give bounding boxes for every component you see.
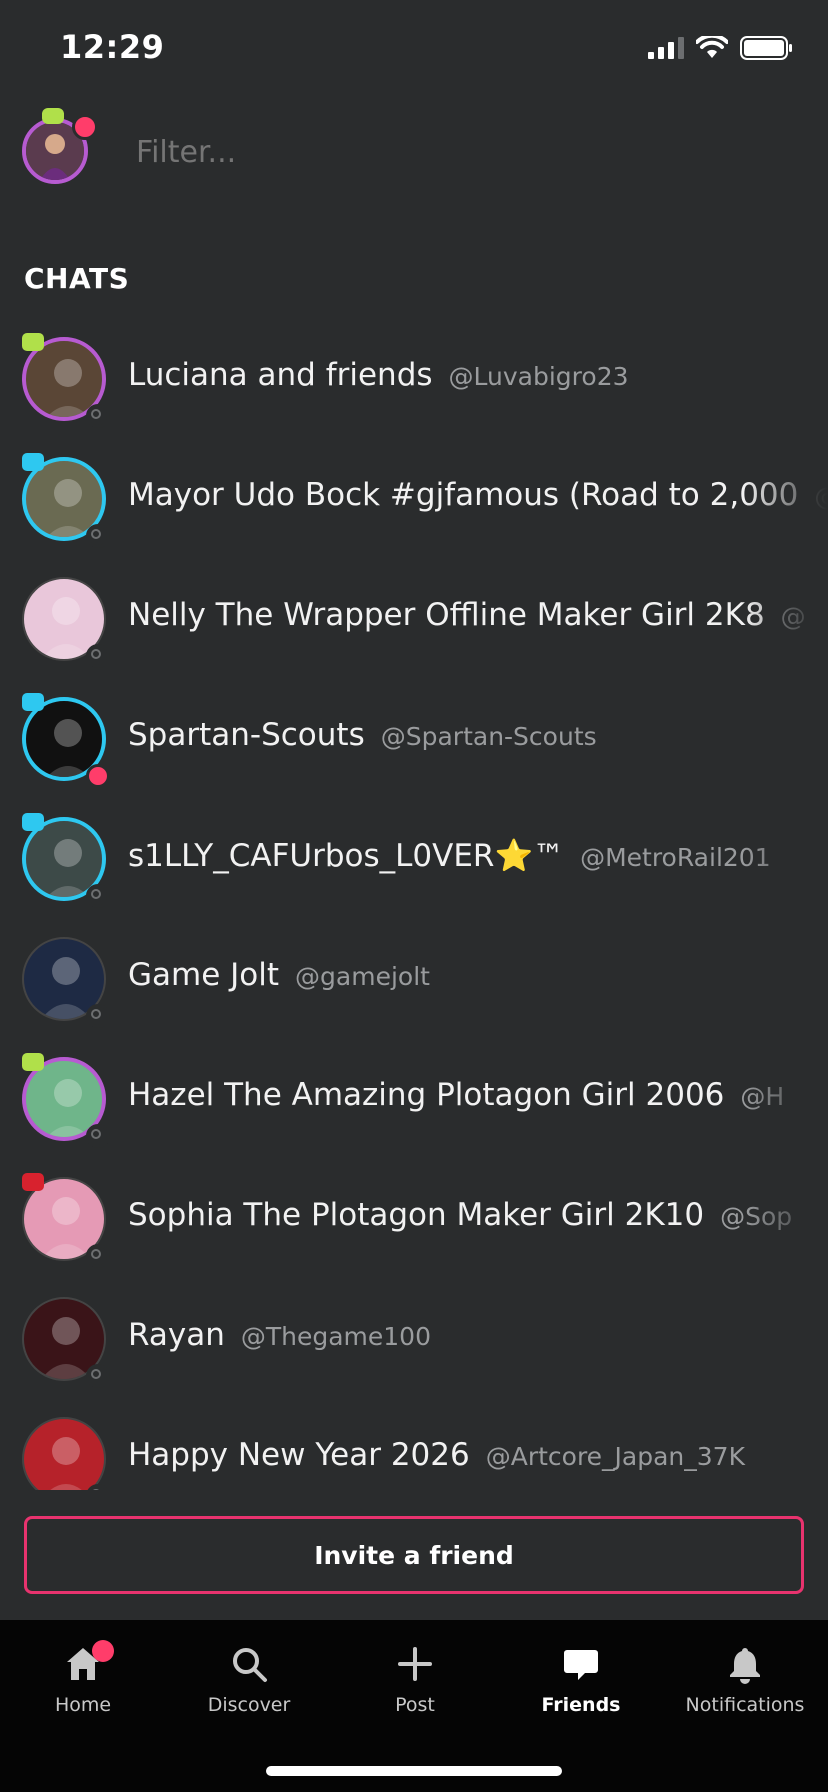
- chat-text: Nelly The Wrapper Offline Maker Girl 2K8…: [128, 597, 828, 633]
- presence-offline-indicator: [86, 1004, 110, 1028]
- chat-name: Rayan: [128, 1317, 225, 1353]
- chat-list-item[interactable]: Luciana and friends @Luvabigro23: [0, 325, 828, 435]
- presence-offline-indicator: [86, 884, 110, 908]
- chat-list-item[interactable]: Spartan-Scouts @Spartan-Scouts: [0, 685, 828, 795]
- chat-text: Happy New Year 2026 @Artcore_Japan_37K: [128, 1437, 828, 1473]
- chat-list-item[interactable]: Rayan @Thegame100: [0, 1285, 828, 1395]
- chat-text: Spartan-Scouts @Spartan-Scouts: [128, 717, 828, 753]
- my-avatar-badge: [42, 108, 64, 124]
- presence-offline-indicator: [86, 1124, 110, 1148]
- chat-handle: @: [780, 602, 806, 631]
- chat-name: Hazel The Amazing Plotagon Girl 2006: [128, 1077, 725, 1113]
- nav-discover-label: Discover: [207, 1694, 291, 1716]
- chat-list-item[interactable]: Game Jolt @gamejolt: [0, 925, 828, 1035]
- chat-avatar: [22, 1417, 106, 1490]
- chat-name: Game Jolt: [128, 957, 280, 993]
- presence-offline-indicator: [86, 404, 110, 428]
- chat-handle: @: [814, 482, 828, 511]
- chat-list-item[interactable]: Mayor Udo Bock #gjfamous (Road to 2,000 @: [0, 445, 828, 555]
- avatar-badge: [22, 1053, 44, 1071]
- presence-offline-indicator: [86, 644, 110, 668]
- avatar-badge: [22, 333, 44, 351]
- invite-area: Invite a friend: [0, 1490, 828, 1620]
- avatar-badge: [22, 453, 44, 471]
- chat-handle: @gamejolt: [295, 962, 430, 991]
- status-icons: [648, 36, 794, 60]
- chat-name: Happy New Year 2026: [128, 1437, 470, 1473]
- chat-text: Luciana and friends @Luvabigro23: [128, 357, 828, 393]
- chat-text: Game Jolt @gamejolt: [128, 957, 828, 993]
- presence-offline-indicator: [86, 1364, 110, 1388]
- chat-handle: @Sop: [720, 1202, 793, 1231]
- filter-input[interactable]: [134, 134, 738, 171]
- home-notification-dot: [92, 1640, 114, 1662]
- chat-list-item[interactable]: Sophia The Plotagon Maker Girl 2K10 @Sop: [0, 1165, 828, 1275]
- presence-active-indicator: [86, 764, 110, 788]
- battery-icon: [740, 36, 792, 60]
- search-icon: [233, 1648, 267, 1682]
- nav-home-label: Home: [54, 1694, 112, 1716]
- chat-handle: @Spartan-Scouts: [380, 722, 597, 751]
- chat-text: Mayor Udo Bock #gjfamous (Road to 2,000 @: [128, 477, 828, 513]
- status-bar: 12:29: [0, 0, 828, 100]
- chat-list-item[interactable]: Happy New Year 2026 @Artcore_Japan_37K: [0, 1405, 828, 1490]
- chat-name: Spartan-Scouts: [128, 717, 365, 753]
- nav-discover[interactable]: Discover: [166, 1644, 332, 1716]
- chat-name: Nelly The Wrapper Offline Maker Girl 2K8: [128, 597, 765, 633]
- chat-bubble-icon: [564, 1650, 598, 1680]
- nav-friends[interactable]: Friends: [498, 1644, 664, 1716]
- chat-name: Luciana and friends: [128, 357, 433, 393]
- chat-text: s1LLY_CAFUrbos_L0VER⭐™ @MetroRail201: [128, 837, 828, 874]
- wifi-icon: [696, 36, 728, 58]
- nav-notifications-label: Notifications: [685, 1694, 805, 1716]
- presence-offline-indicator: [86, 524, 110, 548]
- chat-name: Sophia The Plotagon Maker Girl 2K10: [128, 1197, 705, 1233]
- nav-post-label: Post: [395, 1694, 435, 1716]
- avatar-badge: [22, 693, 44, 711]
- chats-section-title: CHATS: [24, 262, 130, 295]
- nav-friends-label: Friends: [541, 1694, 621, 1716]
- presence-offline-indicator: [86, 1244, 110, 1268]
- cellular-signal-icon: [648, 37, 684, 59]
- invite-friend-button[interactable]: Invite a friend: [24, 1516, 804, 1594]
- avatar-badge: [22, 1173, 44, 1191]
- notification-dot: [72, 114, 98, 140]
- chat-handle: @Luvabigro23: [448, 362, 629, 391]
- status-time: 12:29: [60, 28, 165, 66]
- chat-text: Rayan @Thegame100: [128, 1317, 828, 1353]
- chat-handle: @Thegame100: [240, 1322, 431, 1351]
- avatar-badge: [22, 813, 44, 831]
- chat-name: s1LLY_CAFUrbos_L0VER⭐™: [128, 838, 565, 874]
- chat-handle: @H: [740, 1082, 785, 1111]
- nav-notifications[interactable]: Notifications: [662, 1644, 828, 1716]
- chat-list-item[interactable]: Hazel The Amazing Plotagon Girl 2006 @H: [0, 1045, 828, 1155]
- chat-handle: @MetroRail201: [580, 843, 771, 872]
- nav-home[interactable]: Home: [0, 1640, 166, 1716]
- bell-icon: [730, 1648, 760, 1684]
- chat-name: Mayor Udo Bock #gjfamous (Road to 2,000: [128, 477, 799, 513]
- nav-post[interactable]: Post: [332, 1644, 498, 1716]
- plus-icon: [398, 1647, 432, 1681]
- chat-list-item[interactable]: s1LLY_CAFUrbos_L0VER⭐™ @MetroRail201: [0, 805, 828, 915]
- chat-text: Hazel The Amazing Plotagon Girl 2006 @H: [128, 1077, 828, 1113]
- chat-handle: @Artcore_Japan_37K: [485, 1442, 745, 1471]
- chat-list: Luciana and friends @Luvabigro23 Mayor Udo…: [0, 325, 828, 1490]
- home-indicator: [266, 1766, 562, 1776]
- chat-list-item[interactable]: Nelly The Wrapper Offline Maker Girl 2K8…: [0, 565, 828, 675]
- filter-row: [0, 108, 828, 200]
- chat-text: Sophia The Plotagon Maker Girl 2K10 @Sop: [128, 1197, 828, 1233]
